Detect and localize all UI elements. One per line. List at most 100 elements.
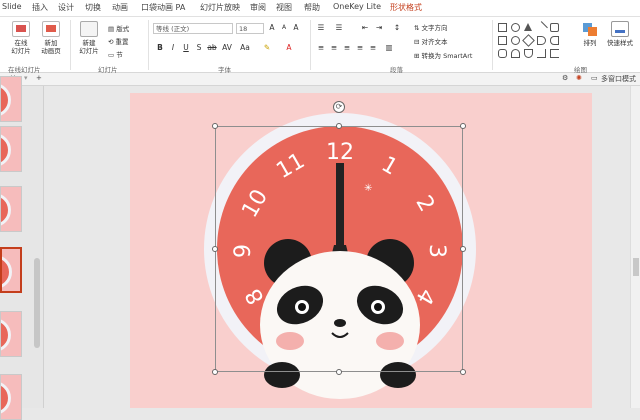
diamond-shape-icon[interactable] (522, 34, 535, 47)
triangle-shape-icon[interactable] (524, 23, 532, 31)
font-color-icon[interactable]: A (284, 43, 294, 53)
italic-icon[interactable]: I (168, 43, 178, 53)
rect-shape-icon[interactable] (498, 36, 507, 45)
slide-canvas: 12 1 2 3 4 8 9 10 11 ✳ ⟳ (44, 86, 640, 408)
thumbnail-scrollbar[interactable] (34, 88, 40, 406)
tab-view[interactable]: 视图 (276, 2, 292, 13)
align-right-icon[interactable]: ≡ (342, 43, 352, 53)
slide-thumbnail-selected[interactable] (0, 247, 22, 293)
font-name-select[interactable]: 等线 (正文) (153, 23, 233, 34)
corner-shape-icon[interactable] (537, 49, 546, 58)
smartart-button[interactable]: ⊞ 转换为 SmartArt (414, 50, 472, 60)
rounded-rect-shape-icon[interactable] (550, 23, 559, 32)
increase-font-icon[interactable]: A (267, 23, 277, 33)
circle-shape-icon[interactable] (511, 36, 520, 45)
numbering-icon[interactable]: ☰ (334, 23, 344, 33)
change-case-icon[interactable]: Aa (240, 43, 250, 53)
spark-icon[interactable]: ✺ (576, 74, 582, 82)
slide-thumbnail[interactable] (0, 311, 22, 357)
slide-thumbnail[interactable] (0, 126, 22, 172)
arrange-button[interactable]: 排列 (578, 21, 602, 47)
window-icon: ▭ (591, 74, 598, 82)
new-slide-button[interactable]: 新建 幻灯片 (76, 21, 102, 55)
align-left-icon[interactable]: ≡ (316, 43, 326, 53)
slide-thumbnail[interactable] (0, 374, 22, 420)
tab-animations[interactable]: 动画 (112, 2, 128, 13)
tab-slide[interactable]: Slide (2, 2, 22, 11)
arrange-icon (581, 21, 599, 37)
justify-icon[interactable]: ≡ (355, 43, 365, 53)
bracket-shape-icon[interactable] (550, 49, 559, 58)
scrollbar-thumb[interactable] (34, 258, 40, 348)
tab-transitions[interactable]: 切换 (85, 2, 101, 13)
scrollbar-thumb[interactable] (633, 258, 639, 276)
tab-insert[interactable]: 插入 (32, 2, 48, 13)
slide-thumbnail-pane (0, 76, 44, 420)
brace-shape-icon[interactable] (550, 36, 559, 45)
resize-handle[interactable] (460, 369, 466, 375)
layout-button[interactable]: ▤ 版式 (108, 23, 129, 33)
reset-button[interactable]: ⟲ 重置 (108, 36, 129, 46)
tab-onekey[interactable]: OneKey Lite (333, 2, 381, 11)
resize-handle[interactable] (460, 123, 466, 129)
text-direction-button[interactable]: ⇅ 文字方向 (414, 22, 448, 32)
slide[interactable]: 12 1 2 3 4 8 9 10 11 ✳ ⟳ (130, 93, 592, 408)
multi-window-mode-button[interactable]: 多窗口模式 (601, 74, 636, 84)
section-button[interactable]: ▭ 节 (108, 49, 123, 59)
resize-handle[interactable] (212, 246, 218, 252)
frame-shape-icon[interactable] (498, 49, 507, 58)
online-slide-button[interactable]: 在线 幻灯片 (10, 21, 32, 55)
highlight-icon[interactable]: ✎ (262, 43, 272, 53)
rotate-handle-icon[interactable]: ⟳ (333, 101, 345, 113)
distributed-icon[interactable]: ≡ (368, 43, 378, 53)
resize-handle[interactable] (336, 123, 342, 129)
font-size-select[interactable]: 18 (236, 23, 264, 34)
resize-handle[interactable] (212, 123, 218, 129)
resize-handle[interactable] (336, 369, 342, 375)
tab-pocket-animation[interactable]: 口袋动画 PA (141, 2, 185, 13)
clock-thumb (1, 83, 11, 117)
tab-review[interactable]: 审阅 (250, 2, 266, 13)
increase-indent-icon[interactable]: ⇥ (374, 23, 384, 33)
canvas-scrollbar[interactable] (630, 86, 640, 408)
tab-shape-format[interactable]: 形状格式 (390, 2, 422, 13)
new-slide-icon (80, 21, 98, 37)
shadow-icon[interactable]: S (194, 43, 204, 53)
underline-icon[interactable]: U (181, 43, 191, 53)
strikethrough-icon[interactable]: ab (207, 43, 217, 53)
clock-thumb (1, 381, 11, 415)
bold-icon[interactable]: B (155, 43, 165, 53)
line-shape-icon[interactable] (535, 21, 548, 34)
chevron-down-icon[interactable]: ▾ (24, 74, 28, 82)
clock-thumb (2, 255, 12, 289)
document-tab-bar: ✕ ▾ + ⚙ ✺ ▭ 多窗口模式 (0, 73, 640, 86)
oval-shape-icon[interactable] (511, 23, 520, 32)
align-text-button[interactable]: ⊟ 对齐文本 (414, 36, 448, 46)
columns-icon[interactable]: ▥ (384, 43, 394, 53)
quick-styles-button[interactable]: 快速样式 (604, 21, 636, 47)
moon-shape-icon[interactable] (511, 49, 520, 58)
quick-styles-icon (611, 21, 629, 37)
cloud-shape-icon[interactable] (524, 49, 533, 58)
group-separator (492, 20, 493, 70)
tab-design[interactable]: 设计 (58, 2, 74, 13)
decrease-font-icon[interactable]: A (279, 23, 289, 33)
align-center-icon[interactable]: ≡ (329, 43, 339, 53)
bullets-icon[interactable]: ☰ (316, 23, 326, 33)
line-spacing-icon[interactable]: ↕ (392, 23, 402, 33)
slide-thumbnail[interactable] (0, 76, 22, 122)
decrease-indent-icon[interactable]: ⇤ (360, 23, 370, 33)
tab-help[interactable]: 帮助 (304, 2, 320, 13)
arc-shape-icon[interactable] (537, 36, 546, 45)
add-tab-button[interactable]: + (36, 74, 42, 82)
char-spacing-icon[interactable]: AV (222, 43, 232, 53)
new-animation-page-button[interactable]: 新加 动画页 (38, 21, 64, 55)
textbox-shape-icon[interactable] (498, 23, 507, 32)
settings-icon[interactable]: ⚙ (562, 74, 568, 82)
slide-thumbnail[interactable] (0, 186, 22, 232)
resize-handle[interactable] (212, 369, 218, 375)
clear-format-icon[interactable]: A (291, 23, 301, 33)
tab-slideshow[interactable]: 幻灯片放映 (200, 2, 240, 13)
selection-box[interactable] (215, 126, 463, 372)
resize-handle[interactable] (460, 246, 466, 252)
